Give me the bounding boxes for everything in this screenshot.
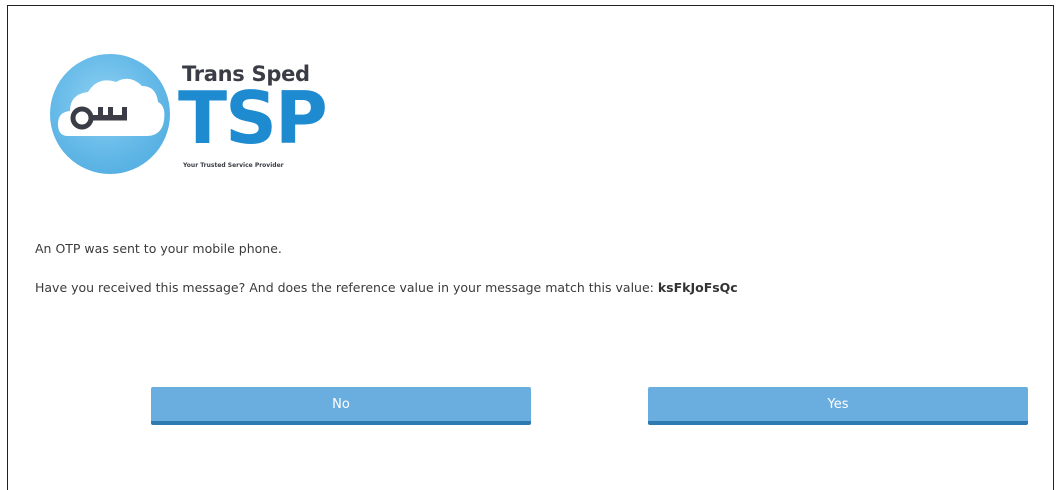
confirmation-question-text: Have you received this message? And does… [35, 280, 654, 295]
reference-value: ksFkJoFsQc [657, 280, 738, 295]
confirmation-question: Have you received this message? And does… [35, 280, 738, 295]
no-button[interactable]: No [151, 387, 531, 425]
brand-abbreviation: TSP [178, 76, 328, 160]
dialog-frame: Trans Sped TSP Your Trusted Service Prov… [7, 5, 1054, 490]
yes-button[interactable]: Yes [648, 387, 1028, 425]
trans-sped-logo: Trans Sped TSP Your Trusted Service Prov… [50, 54, 340, 179]
brand-tagline: Your Trusted Service Provider [183, 162, 284, 169]
otp-sent-message: An OTP was sent to your mobile phone. [35, 241, 282, 256]
cloud-key-icon [58, 78, 165, 136]
